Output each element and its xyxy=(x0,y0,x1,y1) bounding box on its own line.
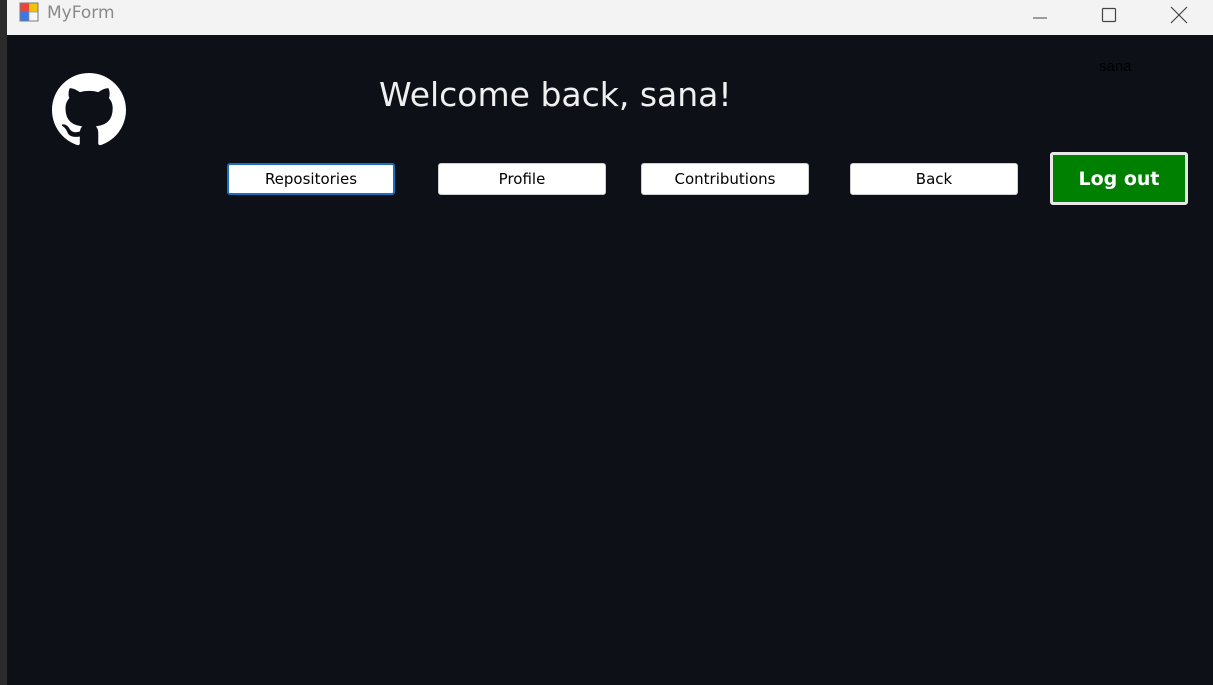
app-icon xyxy=(19,2,39,22)
github-icon xyxy=(52,73,126,147)
maximize-icon xyxy=(1101,7,1117,23)
close-button[interactable] xyxy=(1145,0,1213,30)
back-button[interactable]: Back xyxy=(850,163,1018,195)
desktop-background xyxy=(0,0,7,685)
welcome-heading: Welcome back, sana! xyxy=(379,75,732,114)
minimize-icon xyxy=(1033,17,1047,19)
close-icon xyxy=(1170,6,1188,24)
form-client-area: Welcome back, sana! sana Repositories Pr… xyxy=(7,35,1213,685)
maximize-button[interactable] xyxy=(1075,0,1143,30)
window-title: MyForm xyxy=(47,3,115,23)
logout-button[interactable]: Log out xyxy=(1050,152,1188,205)
myform-window: MyForm Welcome back, sana! sana Reposito… xyxy=(7,0,1213,685)
title-bar[interactable]: MyForm xyxy=(7,0,1213,35)
minimize-button[interactable] xyxy=(1006,0,1074,30)
profile-button[interactable]: Profile xyxy=(438,163,606,195)
repositories-button[interactable]: Repositories xyxy=(227,163,395,195)
username-label: sana xyxy=(1099,58,1132,75)
contributions-button[interactable]: Contributions xyxy=(641,163,809,195)
